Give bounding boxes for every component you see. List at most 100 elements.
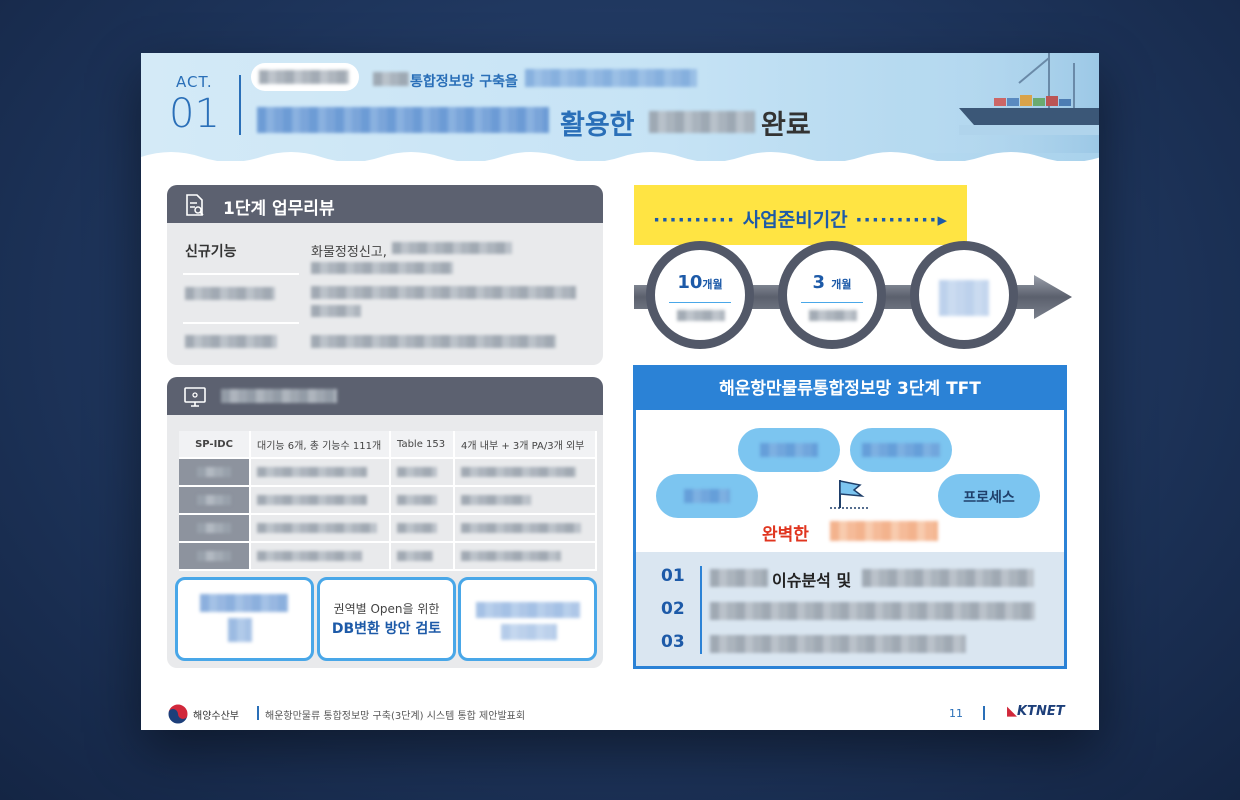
ministry-logo-icon (167, 703, 189, 725)
redacted-text (830, 521, 938, 541)
redacted-text (197, 551, 231, 561)
redacted-text (257, 495, 367, 505)
stage1-card-title: 1단계 업무리뷰 (223, 199, 335, 219)
redacted-text (397, 467, 437, 477)
redacted-text (525, 69, 697, 87)
tft-bubble-process: 프로세스 (938, 474, 1040, 518)
redacted-text (461, 551, 561, 561)
table-row (179, 459, 597, 487)
stage1-review-card: 1단계 업무리뷰 신규기능 화물정정신고, (167, 185, 603, 365)
redacted-text (809, 310, 857, 321)
flag-icon (830, 480, 868, 509)
tft-bubble (656, 474, 758, 518)
redacted-text (461, 495, 531, 505)
redacted-text (197, 495, 231, 505)
prep-period-text: 사업준비기간 (742, 209, 848, 231)
prep-period-label: ·········· 사업준비기간 ··········▸ (634, 205, 967, 232)
ktnet-mark-icon: ◣ (1007, 704, 1017, 719)
redacted-text (197, 467, 231, 477)
redacted-text (259, 70, 349, 84)
timeline-circle-10-months: 10개월 (646, 241, 754, 349)
header-band: ACT. 01 통합정보망 구축을 활용한 완료 (141, 53, 1099, 175)
footer: 해양수산부 해운항만물류 통합정보망 구축(3단계) 시스템 통합 제안발표회 … (141, 693, 1099, 730)
footer-divider (983, 706, 985, 720)
redacted-text (397, 495, 437, 505)
footer-divider (257, 706, 259, 720)
wave-decoration (141, 152, 1099, 175)
redacted-label (185, 287, 275, 300)
redacted-text (197, 523, 231, 533)
table-cell: 대기능 6개, 총 기능수 111개 (251, 431, 391, 459)
tft-bubble (738, 428, 840, 472)
perfect-label: 완벽한 (762, 525, 809, 545)
circle2-value: 3 개월 (812, 272, 852, 293)
redacted-text (760, 443, 818, 457)
company-name: KTNET (1017, 704, 1065, 719)
redacted-label (185, 335, 277, 348)
table-header-row: SP-IDC 대기능 6개, 총 기능수 111개 Table 153 4개 내… (179, 431, 597, 459)
header-subtitle: 통합정보망 구축을 (410, 74, 518, 90)
redacted-text (392, 242, 512, 254)
monitor-icon (184, 387, 206, 407)
redacted-title (649, 111, 755, 133)
act-number: 01 (169, 91, 220, 137)
timeline-circle-3-months: 3 개월 (778, 241, 886, 349)
redacted-text (311, 335, 556, 348)
db-conversion-line2: DB변환 방안 검토 (331, 621, 442, 637)
redacted-pill (251, 63, 359, 91)
ministry-name: 해양수산부 (193, 711, 239, 722)
summary-box-middle: 권역별 Open을 위한 DB변환 방안 검토 (317, 577, 456, 661)
redacted-text (461, 523, 581, 533)
table-row (179, 543, 597, 571)
table-cell: Table 153 (391, 431, 455, 459)
timeline-circle-redacted (910, 241, 1018, 349)
system-table-card: SP-IDC 대기능 6개, 총 기능수 111개 Table 153 4개 내… (167, 377, 603, 668)
redacted-text (397, 523, 437, 533)
company-logo: ◣KTNET (1007, 704, 1065, 719)
title-end: 완료 (761, 110, 811, 141)
page-number: 11 (949, 707, 963, 720)
redacted-text (373, 72, 409, 86)
redacted-text (311, 305, 361, 317)
row-divider (183, 322, 299, 324)
redacted-text (710, 569, 768, 587)
redacted-text (862, 443, 940, 457)
redacted-text (710, 635, 966, 653)
dotted-arrow-right: ··········▸ (847, 209, 949, 231)
document-search-icon (186, 194, 204, 216)
circle1-value: 10개월 (677, 272, 723, 293)
redacted-text (461, 467, 576, 477)
table-row (179, 515, 597, 543)
redacted-text (501, 624, 557, 640)
redacted-text (257, 467, 367, 477)
redacted-title (257, 107, 549, 133)
redacted-text (939, 280, 989, 316)
stage1-card-header: 1단계 업무리뷰 (167, 185, 603, 223)
redacted-text (684, 489, 730, 503)
tft-bubble (850, 428, 952, 472)
redacted-text (476, 602, 580, 618)
tft-title: 해운항만물류통합정보망 3단계 TFT (636, 368, 1064, 410)
item-number: 03 (661, 632, 685, 652)
redacted-text (311, 262, 453, 274)
item-number: 02 (661, 599, 685, 619)
redacted-text (257, 523, 377, 533)
item-number: 01 (661, 566, 685, 586)
process-label: 프로세스 (963, 490, 1015, 506)
table-card-header (167, 377, 603, 415)
tft-items-area: 01 02 03 이슈분석 및 (636, 552, 1064, 666)
redacted-text (710, 602, 1035, 620)
redacted-text (862, 569, 1034, 587)
tft-panel: 해운항만물류통합정보망 3단계 TFT 프로세스 완벽한 01 02 03 이슈… (633, 365, 1067, 669)
redacted-text (228, 618, 252, 642)
redacted-title (221, 389, 337, 403)
header-divider (239, 75, 241, 135)
redacted-text (200, 594, 288, 612)
redacted-text (311, 286, 576, 299)
slide: ACT. 01 통합정보망 구축을 활용한 완료 1단계 업무리뷰 신규기능 화… (141, 53, 1099, 730)
table-cell: SP-IDC (179, 431, 251, 459)
table-row (179, 487, 597, 515)
dotted-arrow-left: ·········· (652, 209, 743, 231)
title-highlight: 활용한 (560, 110, 635, 141)
redacted-text (257, 551, 362, 561)
